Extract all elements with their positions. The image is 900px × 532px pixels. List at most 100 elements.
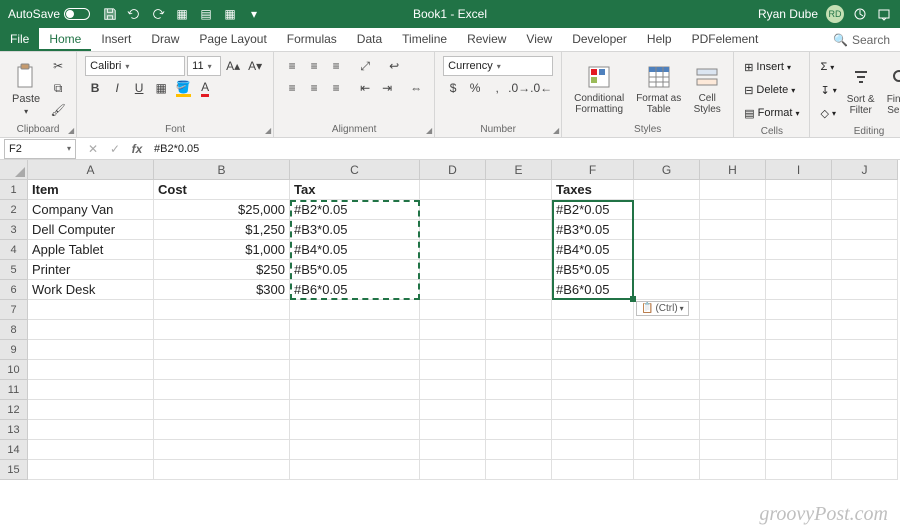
align-center-icon[interactable]: ≡ [304,78,324,98]
cell[interactable] [420,280,486,300]
cell[interactable] [154,440,290,460]
cell[interactable] [486,460,552,480]
cell[interactable]: Work Desk [28,280,154,300]
cell[interactable] [420,260,486,280]
row-header[interactable]: 9 [0,340,28,360]
cell[interactable]: #B5*0.05 [552,260,634,280]
cell[interactable] [28,340,154,360]
font-color-button[interactable]: A [195,78,215,98]
cut-icon[interactable]: ✂ [48,56,68,76]
user-name[interactable]: Ryan Dube [758,7,818,21]
cell[interactable] [832,320,898,340]
cell[interactable] [28,440,154,460]
tab-help[interactable]: Help [637,28,682,51]
row-header[interactable]: 6 [0,280,28,300]
cell[interactable] [290,460,420,480]
cell[interactable] [700,420,766,440]
column-header[interactable]: H [700,160,766,180]
cell[interactable] [700,360,766,380]
cell[interactable] [154,320,290,340]
cell[interactable] [634,360,700,380]
cell[interactable] [700,260,766,280]
tab-view[interactable]: View [516,28,562,51]
decrease-font-icon[interactable]: A▾ [245,56,265,76]
cell[interactable] [832,360,898,380]
cell[interactable] [634,320,700,340]
cell[interactable] [154,340,290,360]
cell[interactable]: Cost [154,180,290,200]
cell[interactable] [420,320,486,340]
tab-file[interactable]: File [0,28,39,51]
cell[interactable]: Tax [290,180,420,200]
tab-insert[interactable]: Insert [91,28,141,51]
row-header[interactable]: 1 [0,180,28,200]
cell[interactable] [154,360,290,380]
tab-page-layout[interactable]: Page Layout [189,28,276,51]
tab-data[interactable]: Data [347,28,392,51]
cell[interactable] [28,360,154,380]
cell[interactable] [552,460,634,480]
cell[interactable] [28,320,154,340]
cancel-formula-icon[interactable]: ✕ [82,139,104,159]
cell[interactable]: Dell Computer [28,220,154,240]
cell[interactable]: #B2*0.05 [552,200,634,220]
cell[interactable]: #B6*0.05 [552,280,634,300]
cell[interactable] [766,280,832,300]
cell[interactable] [420,400,486,420]
cell[interactable] [290,320,420,340]
fill-color-button[interactable]: 🪣 [173,78,193,98]
cell[interactable] [552,400,634,420]
cell[interactable]: #B5*0.05 [290,260,420,280]
cell[interactable]: Taxes [552,180,634,200]
formula-input[interactable]: #B2*0.05 [148,143,900,155]
cell[interactable] [634,420,700,440]
cell[interactable] [420,220,486,240]
cell[interactable]: Printer [28,260,154,280]
orientation-icon[interactable]: ⤢ [355,56,375,76]
cell[interactable] [486,340,552,360]
decrease-indent-icon[interactable]: ⇤ [355,78,375,98]
increase-indent-icon[interactable]: ⇥ [377,78,397,98]
cell[interactable] [700,220,766,240]
cell[interactable] [766,380,832,400]
qat-customize-icon[interactable]: ▾ [246,6,262,22]
cell[interactable] [290,300,420,320]
align-bottom-icon[interactable]: ≡ [326,56,346,76]
cell[interactable] [832,220,898,240]
cell[interactable]: $300 [154,280,290,300]
column-header[interactable]: A [28,160,154,180]
cell[interactable] [486,280,552,300]
cell[interactable] [290,420,420,440]
cell[interactable] [832,300,898,320]
cell[interactable] [420,300,486,320]
cell[interactable] [552,340,634,360]
cell[interactable] [420,200,486,220]
cell[interactable] [486,220,552,240]
row-header[interactable]: 13 [0,420,28,440]
cell[interactable] [832,280,898,300]
cell[interactable] [634,400,700,420]
align-left-icon[interactable]: ≡ [282,78,302,98]
cell[interactable]: $1,000 [154,240,290,260]
percent-icon[interactable]: % [465,78,485,98]
font-size-combo[interactable]: 11▾ [187,56,221,76]
find-select-button[interactable]: Find & Select [883,56,900,124]
cell[interactable] [154,380,290,400]
cell[interactable] [766,340,832,360]
cell[interactable] [832,240,898,260]
autosum-button[interactable]: Σ▾ [818,56,838,78]
tab-pdfelement[interactable]: PDFelement [682,28,769,51]
row-header[interactable]: 3 [0,220,28,240]
cell[interactable]: #B4*0.05 [552,240,634,260]
cell[interactable] [766,300,832,320]
launcher-icon[interactable]: ◢ [265,126,271,135]
border-button[interactable]: ▦ [151,78,171,98]
row-header[interactable]: 11 [0,380,28,400]
cell[interactable] [634,220,700,240]
cell[interactable] [700,300,766,320]
cell[interactable] [486,240,552,260]
cell[interactable]: Apple Tablet [28,240,154,260]
undo-icon[interactable] [126,6,142,22]
align-middle-icon[interactable]: ≡ [304,56,324,76]
cell[interactable] [700,440,766,460]
